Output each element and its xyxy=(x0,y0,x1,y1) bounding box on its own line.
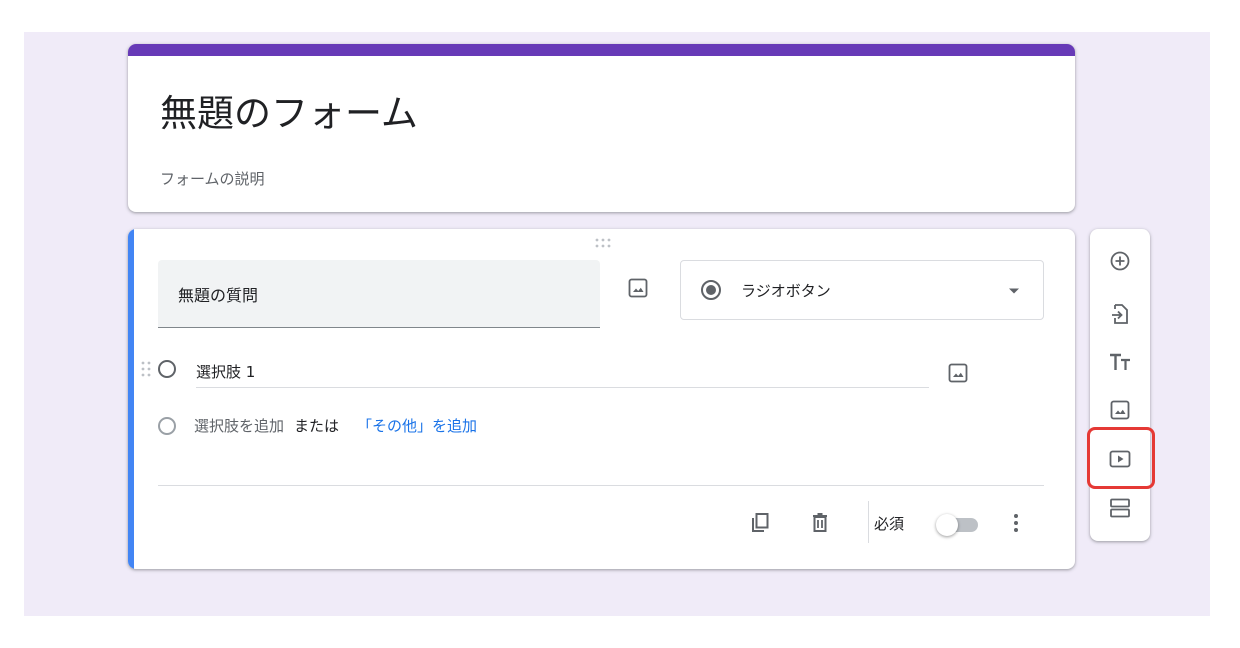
question-type-dropdown[interactable]: ラジオボタン xyxy=(680,260,1044,320)
section-icon xyxy=(1110,498,1130,518)
option-radio-icon xyxy=(158,360,176,378)
add-section-button[interactable] xyxy=(1108,496,1132,520)
option-image-button[interactable] xyxy=(946,361,970,385)
form-title[interactable]: 無題のフォーム xyxy=(160,90,418,138)
option-row[interactable]: 選択肢 1 xyxy=(138,355,1028,391)
active-question-bar xyxy=(128,229,134,569)
form-description[interactable]: フォームの説明 xyxy=(160,168,265,189)
option-drag-icon[interactable] xyxy=(140,359,152,379)
option-label[interactable]: 選択肢 1 xyxy=(196,361,255,382)
footer-divider xyxy=(158,485,1044,486)
import-icon xyxy=(1112,304,1128,324)
question-card[interactable]: 無題の質問 ラジオボタン 選択肢 1 選択肢を追加 または 「その他」を追加 必… xyxy=(128,229,1075,569)
import-questions-button[interactable] xyxy=(1108,302,1132,326)
image-icon xyxy=(948,363,968,383)
more-options-icon[interactable] xyxy=(1004,511,1028,535)
footer-separator xyxy=(868,501,869,543)
delete-button[interactable] xyxy=(808,511,832,535)
copy-icon xyxy=(752,513,769,532)
question-type-label: ラジオボタン xyxy=(741,282,831,300)
add-option-link[interactable]: 選択肢を追加 xyxy=(194,417,284,435)
add-other-link[interactable]: 「その他」を追加 xyxy=(357,417,477,435)
text-format-icon xyxy=(1110,353,1130,370)
add-title-button[interactable] xyxy=(1108,350,1132,374)
question-image-button[interactable] xyxy=(626,276,650,300)
question-title-input[interactable]: 無題の質問 xyxy=(158,260,600,328)
drag-handle-icon[interactable] xyxy=(593,237,613,249)
required-label: 必須 xyxy=(874,515,905,533)
duplicate-button[interactable] xyxy=(748,511,772,535)
option-underline xyxy=(196,387,929,388)
or-label: または xyxy=(294,417,340,435)
required-toggle[interactable] xyxy=(936,513,980,536)
dropdown-arrow-icon xyxy=(1009,288,1019,294)
theme-color-bar xyxy=(128,44,1075,56)
radio-button-icon xyxy=(701,280,721,300)
floating-toolbar xyxy=(1090,229,1150,541)
image-icon xyxy=(1110,400,1130,420)
add-image-button[interactable] xyxy=(1108,398,1132,422)
form-header-card[interactable]: 無題のフォーム フォームの説明 xyxy=(128,44,1075,212)
add-circle-icon xyxy=(1110,251,1130,271)
add-option-radio-icon xyxy=(158,417,176,435)
video-button-highlight xyxy=(1087,427,1155,489)
add-question-button[interactable] xyxy=(1108,249,1132,273)
form-canvas: 無題のフォーム フォームの説明 無題の質問 ラジオボタン 選択肢 1 選択肢を追… xyxy=(24,32,1210,616)
image-icon xyxy=(628,278,648,298)
question-title-text: 無題の質問 xyxy=(178,286,259,305)
trash-icon xyxy=(813,513,827,532)
